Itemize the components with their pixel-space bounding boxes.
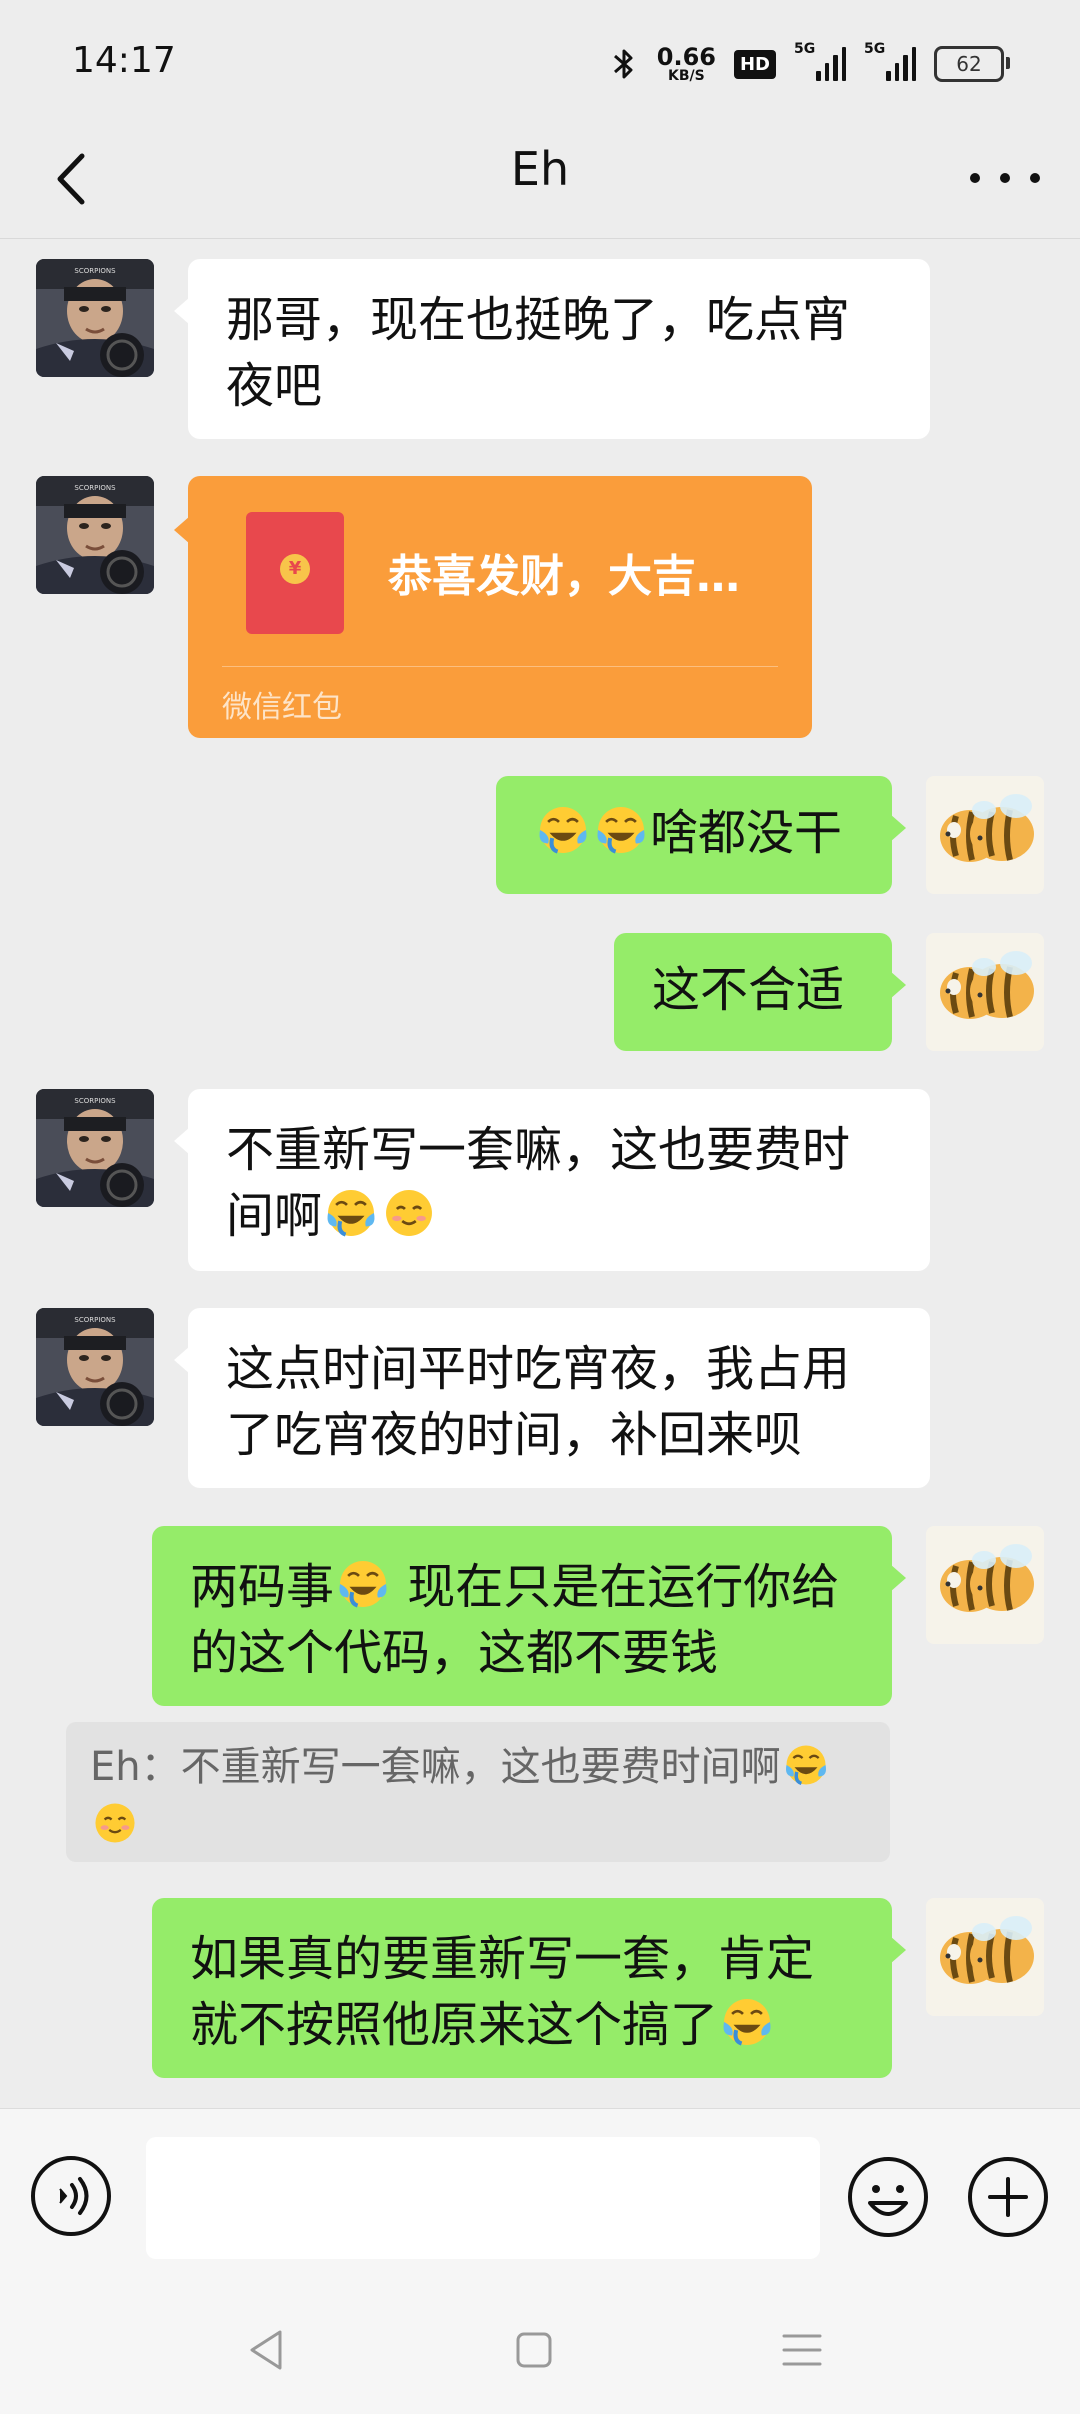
tears-of-joy-emoji — [594, 803, 648, 857]
message-text-line1: 这点时间平时吃宵夜，我占用 — [226, 1341, 851, 1397]
voice-icon[interactable] — [30, 2155, 112, 2237]
contact-avatar[interactable] — [36, 476, 154, 594]
back-triangle-icon[interactable] — [236, 2320, 296, 2380]
message-text-line2: 就不按照他原来这个搞了 — [190, 1997, 719, 2053]
chat-title: Eh — [510, 142, 570, 196]
message-text: 啥都没干 — [650, 805, 843, 861]
red-packet-title: 恭喜发财，大吉… — [388, 551, 740, 602]
system-navigation-bar — [0, 2290, 1080, 2414]
emoji-icon[interactable] — [846, 2155, 930, 2239]
signal-label: 5G — [864, 41, 886, 57]
message-input[interactable] — [146, 2137, 820, 2259]
message-text-part1: 两码事 — [190, 1559, 335, 1615]
input-bar — [0, 2108, 1080, 2291]
smiling-emoji — [92, 1800, 138, 1846]
message-text-line2: 了吃宵夜的时间，补回来呗 — [226, 1407, 803, 1463]
menu-lines-icon[interactable] — [772, 2320, 832, 2380]
message-text: 那哥，现在也挺晚了，吃点宵夜吧 — [226, 292, 851, 414]
tears-of-joy-emoji — [324, 1186, 378, 1240]
my-avatar[interactable] — [926, 933, 1044, 1051]
quoted-message[interactable]: Eh：不重新写一套嘛，这也要费时间啊 — [66, 1722, 890, 1862]
my-avatar[interactable] — [926, 1898, 1044, 2016]
message-bubble[interactable]: 如果真的要重新写一套，肯定 就不按照他原来这个搞了 — [152, 1898, 906, 2078]
status-icons: 0.66 KB/S HD 5G 5G 62 — [609, 34, 1010, 94]
message-text: 这不合适 — [652, 962, 845, 1018]
contact-avatar[interactable] — [36, 259, 154, 377]
bluetooth-icon — [613, 49, 633, 79]
tears-of-joy-emoji — [720, 1995, 774, 2049]
battery-level: 62 — [956, 52, 982, 76]
signal-label: 5G — [794, 41, 816, 57]
status-bar: 14:17 0.66 KB/S HD 5G 5G 62 — [0, 0, 1080, 120]
hd-badge: HD — [733, 49, 776, 79]
chat-messages[interactable]: 那哥，现在也挺晚了，吃点宵夜吧 ¥ 恭喜发财，大吉… 微信红包 啥都没干 这不合… — [0, 239, 1080, 2109]
message-bubble[interactable]: 那哥，现在也挺晚了，吃点宵夜吧 — [174, 259, 930, 439]
message-text-line1: 如果真的要重新写一套，肯定 — [190, 1931, 815, 1987]
red-packet-label: 微信红包 — [222, 690, 342, 725]
message-bubble[interactable]: 这不合适 — [614, 933, 906, 1051]
smiling-emoji — [382, 1186, 436, 1240]
red-packet-message[interactable]: ¥ 恭喜发财，大吉… 微信红包 — [174, 476, 812, 738]
message-text-line1: 不重新写一套嘛，这也要费时 — [226, 1122, 851, 1178]
message-bubble[interactable]: 啥都没干 — [496, 776, 906, 894]
message-bubble[interactable]: 不重新写一套嘛，这也要费时 间啊 — [174, 1089, 930, 1271]
red-envelope-icon: ¥ — [246, 512, 344, 634]
my-avatar[interactable] — [926, 776, 1044, 894]
plus-icon[interactable] — [966, 2155, 1050, 2239]
contact-avatar[interactable] — [36, 1308, 154, 1426]
chat-header: Eh — [0, 120, 1080, 239]
message-bubble[interactable]: 这点时间平时吃宵夜，我占用 了吃宵夜的时间，补回来呗 — [174, 1308, 930, 1488]
home-square-icon[interactable] — [504, 2320, 564, 2380]
message-text-line2: 的这个代码，这都不要钱 — [190, 1625, 719, 1681]
battery-icon: 62 — [934, 46, 1010, 82]
tears-of-joy-emoji — [536, 803, 590, 857]
status-time: 14:17 — [72, 40, 176, 81]
tears-of-joy-emoji — [336, 1557, 390, 1611]
quote-text: Eh：不重新写一套嘛，这也要费时间啊 — [90, 1744, 781, 1790]
tears-of-joy-emoji — [783, 1742, 829, 1788]
message-bubble[interactable]: 两码事 现在只是在运行你给 的这个代码，这都不要钱 — [152, 1526, 906, 1706]
more-dots-icon[interactable] — [970, 158, 1040, 198]
network-speed-unit: KB/S — [668, 68, 705, 84]
signal-5g-2-icon: 5G — [864, 41, 916, 81]
message-text-line2: 间啊 — [226, 1188, 323, 1244]
network-speed-value: 0.66 — [656, 43, 716, 71]
network-speed: 0.66 KB/S — [657, 45, 716, 83]
divider — [222, 666, 778, 667]
signal-5g-1-icon: 5G — [794, 41, 846, 81]
contact-avatar[interactable] — [36, 1089, 154, 1207]
message-text-part2: 现在只是在运行你给 — [392, 1559, 840, 1615]
my-avatar[interactable] — [926, 1526, 1044, 1644]
